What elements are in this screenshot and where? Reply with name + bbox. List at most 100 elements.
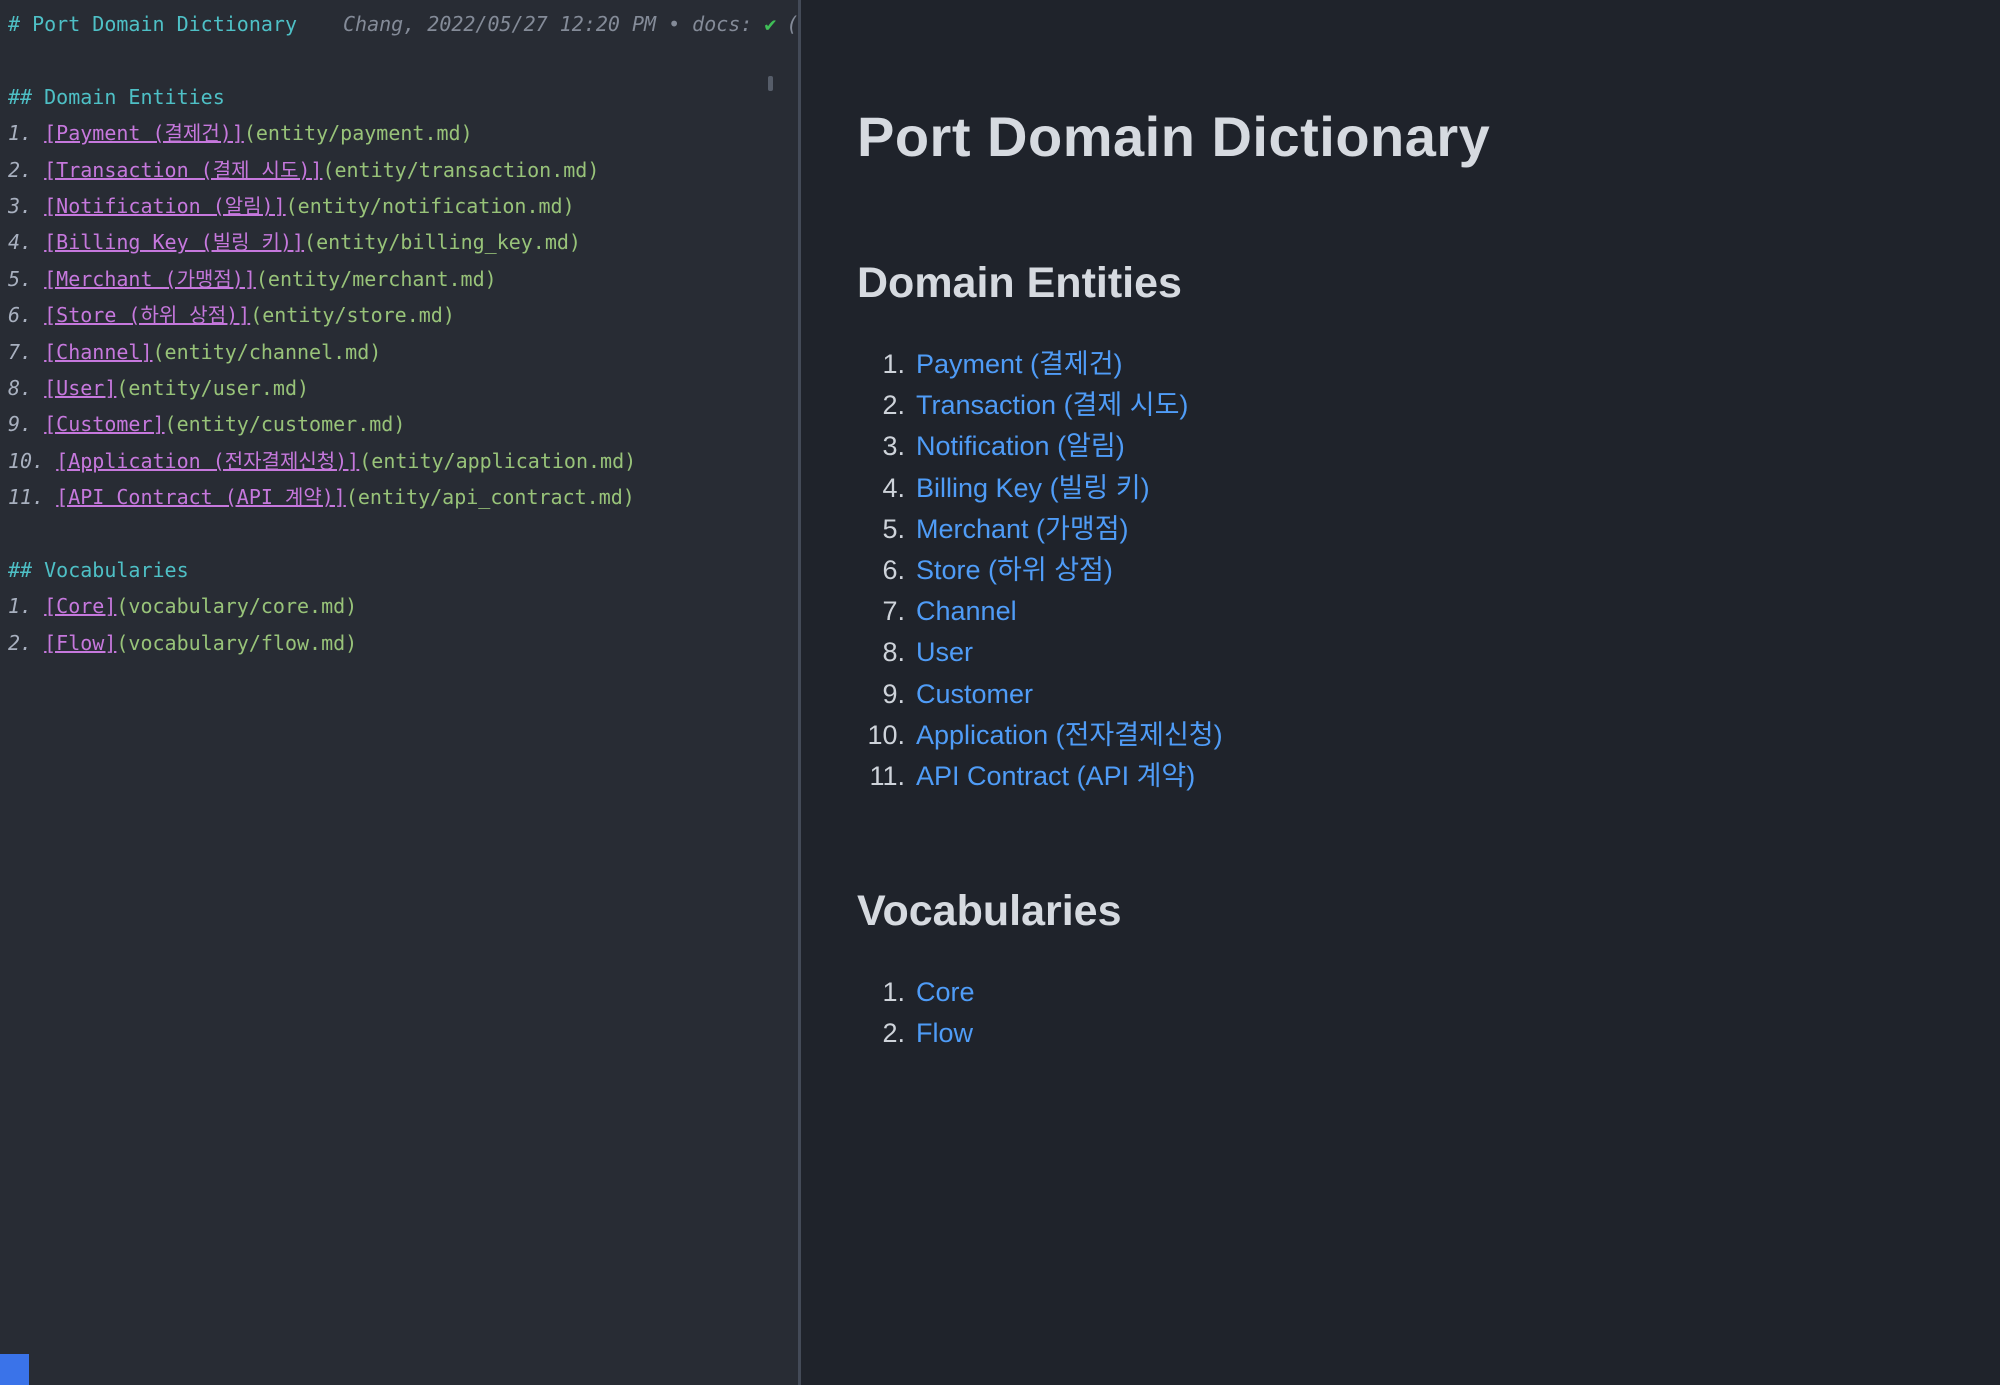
editor-body: ## Domain Entities 1. [Payment (결제건)](ent… — [8, 42, 798, 661]
md-list-line[interactable]: 11. [API Contract (API 계약)](entity/api_c… — [8, 479, 798, 515]
md-list-line[interactable]: 2. [Flow](vocabulary/flow.md) — [8, 625, 798, 661]
preview-list-item: 4. Billing Key (빌링 키) — [857, 468, 1960, 509]
md-link-url: (entity/merchant.md) — [255, 266, 497, 291]
md-link[interactable]: [Channel] — [44, 340, 152, 364]
md-link[interactable]: [Transaction (결제 시도)] — [44, 158, 322, 182]
md-list-number: 10. — [8, 448, 57, 473]
md-list-line[interactable]: 1. [Core](vocabulary/core.md) — [8, 588, 798, 624]
md-list-line[interactable]: 4. [Billing Key (빌링 키)](entity/billing_k… — [8, 224, 798, 260]
preview-item-link[interactable]: Merchant (가맹점) — [916, 509, 1129, 550]
preview-list-item: 2. Flow — [857, 1013, 1960, 1054]
preview-item-number: 2. — [882, 1018, 905, 1049]
preview-list-item: 11. API Contract (API 계약) — [857, 756, 1960, 797]
md-list-number: 5. — [8, 266, 45, 291]
preview-item-number: 8. — [882, 637, 905, 668]
md-list-line[interactable]: 9. [Customer](entity/customer.md) — [8, 406, 798, 442]
md-list-number: 1. — [8, 121, 45, 146]
md-list-number: 2. — [8, 157, 45, 182]
md-link-url: (entity/store.md) — [250, 303, 455, 328]
preview-item-link[interactable]: Application (전자결제신청) — [916, 715, 1223, 756]
preview-section-heading: Vocabularies — [857, 887, 1122, 936]
md-link-url: (vocabulary/core.md) — [116, 594, 358, 619]
preview-list-item: 5. Merchant (가맹점) — [857, 509, 1960, 550]
preview-item-link[interactable]: Transaction (결제 시도) — [916, 385, 1188, 426]
preview-list: 1. Payment (결제건) 2. Transaction (결제 시도) 3. No… — [857, 344, 1960, 797]
preview-item-link[interactable]: User — [916, 632, 973, 673]
md-link[interactable]: [Notification (알림)] — [44, 194, 286, 218]
preview-item-link[interactable]: API Contract (API 계약) — [916, 756, 1195, 797]
preview-title: Port Domain Dictionary — [857, 105, 1491, 168]
preview-item-number: 4. — [882, 472, 905, 503]
preview-list-item: 2. Transaction (결제 시도) — [857, 385, 1960, 426]
preview-item-link[interactable]: Flow — [916, 1013, 973, 1054]
preview-item-number: 2. — [882, 390, 905, 421]
md-link-url: (vocabulary/flow.md) — [116, 630, 358, 655]
preview-list: 1. Core 2. Flow — [857, 972, 1960, 1054]
md-document-title: # Port Domain Dictionary — [8, 12, 297, 36]
md-list-line[interactable]: 1. [Payment (결제건)](entity/payment.md) — [8, 115, 798, 151]
md-list-number: 3. — [8, 193, 45, 218]
preview-list-item: 10. Application (전자결제신청) — [857, 715, 1960, 756]
md-list-line[interactable]: 3. [Notification (알림)](entity/notificati… — [8, 188, 798, 224]
preview-list-item: 1. Core — [857, 972, 1960, 1013]
preview-item-link[interactable]: Channel — [916, 591, 1017, 632]
preview-item-link[interactable]: Store (하위 상점) — [916, 550, 1113, 591]
title-line[interactable]: # Port Domain Dictionary Chang, 2022/05/2… — [8, 6, 798, 42]
md-link[interactable]: [Merchant (가맹점)] — [44, 267, 256, 291]
md-link[interactable]: [Customer] — [44, 412, 164, 436]
md-link[interactable]: [Payment (결제건)] — [44, 121, 244, 145]
md-link[interactable]: [Store (하위 상점)] — [44, 303, 250, 327]
md-link-url: (entity/transaction.md) — [322, 157, 600, 182]
md-link[interactable]: [API Contract (API 계약)] — [56, 485, 346, 509]
md-list-line[interactable]: 2. [Transaction (결제 시도)](entity/transact… — [8, 152, 798, 188]
preview-item-number: 9. — [882, 678, 905, 709]
md-link[interactable]: [Core] — [44, 594, 116, 618]
preview-list-item: 3. Notification (알림) — [857, 426, 1960, 467]
md-list-number: 9. — [8, 412, 45, 437]
md-list-line[interactable]: 7. [Channel](entity/channel.md) — [8, 334, 798, 370]
preview-item-number: 11. — [869, 761, 905, 792]
preview-item-number: 6. — [882, 555, 905, 586]
preview-item-link[interactable]: Core — [916, 972, 975, 1013]
md-link[interactable]: [Application (전자결제신청)] — [56, 449, 359, 473]
preview-list-item: 1. Payment (결제건) — [857, 344, 1960, 385]
preview-item-link[interactable]: Billing Key (빌링 키) — [916, 468, 1150, 509]
md-link-url: (entity/application.md) — [359, 448, 637, 473]
md-link[interactable]: [Flow] — [44, 631, 116, 655]
md-section-heading: ## Vocabularies — [8, 557, 189, 582]
md-list-number: 8. — [8, 375, 45, 400]
md-list-number: 2. — [8, 630, 45, 655]
markdown-preview-pane: Port Domain Dictionary Domain Entities 1.… — [801, 0, 2000, 1385]
preview-list-item: 7. Channel — [857, 591, 1960, 632]
md-link-url: (entity/api_contract.md) — [345, 485, 635, 510]
md-link-url: (entity/customer.md) — [164, 412, 406, 437]
preview-item-link[interactable]: Notification (알림) — [916, 426, 1125, 467]
md-section-heading: ## Domain Entities — [8, 84, 225, 109]
md-list-line[interactable]: 8. [User](entity/user.md) — [8, 370, 798, 406]
md-link-url: (entity/billing_key.md) — [304, 230, 581, 255]
md-list-number: 7. — [8, 339, 45, 364]
md-list-line[interactable]: 6. [Store (하위 상점)](entity/store.md) — [8, 297, 798, 333]
preview-item-number: 10. — [867, 719, 905, 750]
md-link[interactable]: [User] — [44, 376, 116, 400]
statusbar-corner-chip[interactable] — [0, 1354, 29, 1385]
preview-item-link[interactable]: Customer — [916, 674, 1033, 715]
md-link-url: (entity/notification.md) — [285, 193, 575, 218]
preview-list-item: 8. User — [857, 632, 1960, 673]
md-list-number: 6. — [8, 303, 45, 328]
md-list-number: 4. — [8, 230, 45, 255]
md-list-line[interactable]: 10. [Application (전자결제신청)](entity/applic… — [8, 443, 798, 479]
md-list-number: 11. — [8, 485, 57, 510]
markdown-editor-window: # Port Domain Dictionary Chang, 2022/05/2… — [0, 0, 2000, 1385]
preview-list-item: 9. Customer — [857, 674, 1960, 715]
md-link[interactable]: [Billing Key (빌링 키)] — [44, 230, 304, 254]
scrollbar-thumb[interactable] — [768, 76, 773, 91]
preview-item-number: 1. — [882, 349, 905, 379]
markdown-source-pane[interactable]: # Port Domain Dictionary Chang, 2022/05/2… — [0, 0, 798, 1385]
preview-item-link[interactable]: Payment (결제건) — [916, 344, 1123, 385]
preview-item-number: 7. — [882, 596, 905, 627]
md-list-line[interactable]: 5. [Merchant (가맹점)](entity/merchant.md) — [8, 261, 798, 297]
document-meta-text: Chang, 2022/05/27 12:20 PM • docs: — [342, 12, 753, 36]
